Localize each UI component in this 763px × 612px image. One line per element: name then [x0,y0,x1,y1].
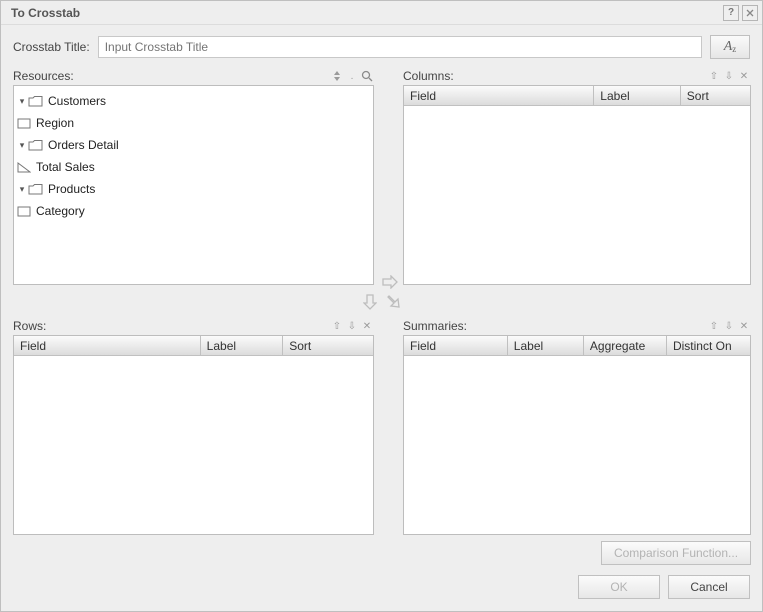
tree-folder[interactable]: ▾ Customers [16,90,371,112]
sort-icon[interactable] [330,69,344,83]
col-field[interactable]: Field [404,336,508,355]
field-icon [16,116,32,130]
remove-icon[interactable]: ✕ [360,319,374,333]
tree-label: Total Sales [36,160,95,174]
move-up-icon[interactable]: ⇧ [330,319,344,333]
tree-label: Orders Detail [48,138,119,152]
summaries-section: Summaries: ⇧ ⇩ ✕ Field Label Aggregate D… [403,317,751,535]
tree-folder[interactable]: ▾ Products [16,178,371,200]
move-down-icon[interactable]: ⇩ [722,319,736,333]
font-icon: Az [724,39,737,55]
summaries-label: Summaries: [403,319,467,333]
arrow-diagonal-icon[interactable] [385,293,403,311]
resources-panel: ▾ Customers Region ▾ [13,85,374,285]
col-aggregate[interactable]: Aggregate [584,336,667,355]
remove-icon[interactable]: ✕ [737,69,751,83]
move-down-icon[interactable]: ⇩ [345,319,359,333]
tree-label: Products [48,182,95,196]
dialog: To Crosstab ? Crosstab Title: Az Resourc… [0,0,763,612]
columns-header: Field Label Sort [404,86,750,106]
button-bar: OK Cancel [1,565,762,611]
window-title: To Crosstab [11,6,80,20]
col-field[interactable]: Field [14,336,201,355]
tree-field[interactable]: Total Sales [16,156,371,178]
ok-button[interactable]: OK [578,575,660,599]
col-distinct[interactable]: Distinct On [667,336,750,355]
title-row: Crosstab Title: Az [1,25,762,67]
layout-area: Resources: . ▾ Customers [1,67,762,565]
resources-section: Resources: . ▾ Customers [13,67,374,285]
col-label[interactable]: Label [508,336,584,355]
cancel-button[interactable]: Cancel [668,575,750,599]
tree-folder[interactable]: ▾ Orders Detail [16,134,371,156]
col-label[interactable]: Label [201,336,284,355]
arrow-right-icon[interactable] [381,273,399,291]
measure-icon [16,160,32,174]
rows-header: Field Label Sort [14,336,373,356]
close-icon[interactable] [742,5,758,21]
folder-icon [28,138,44,152]
help-icon[interactable]: ? [723,5,739,21]
caret-icon: ▾ [16,140,28,151]
columns-label: Columns: [403,69,454,83]
comparison-function-button[interactable]: Comparison Function... [601,541,751,565]
move-up-icon[interactable]: ⇧ [707,69,721,83]
col-sort[interactable]: Sort [681,86,750,105]
folder-icon [28,94,44,108]
field-icon [16,204,32,218]
crosstab-title-label: Crosstab Title: [13,40,90,54]
caret-icon: ▾ [16,96,28,107]
separator-dot: . [345,69,359,83]
rows-panel[interactable]: Field Label Sort [13,335,374,535]
rows-label: Rows: [13,319,46,333]
col-field[interactable]: Field [404,86,594,105]
col-label[interactable]: Label [594,86,681,105]
rows-section: Rows: ⇧ ⇩ ✕ Field Label Sort [13,317,374,535]
search-icon[interactable] [360,69,374,83]
tree-label: Category [36,204,85,218]
move-down-icon[interactable]: ⇩ [722,69,736,83]
font-button[interactable]: Az [710,35,750,59]
tree-field[interactable]: Region [16,112,371,134]
tree-field[interactable]: Category [16,200,371,222]
resources-tree[interactable]: ▾ Customers Region ▾ [14,86,373,226]
move-up-icon[interactable]: ⇧ [707,319,721,333]
summaries-header: Field Label Aggregate Distinct On [404,336,750,356]
columns-panel[interactable]: Field Label Sort [403,85,751,285]
tree-label: Region [36,116,74,130]
folder-icon [28,182,44,196]
columns-section: Columns: ⇧ ⇩ ✕ Field Label Sort [403,67,751,285]
crosstab-title-input[interactable] [98,36,702,58]
col-sort[interactable]: Sort [283,336,373,355]
tree-label: Customers [48,94,106,108]
arrow-down-icon[interactable] [361,293,379,311]
resources-label: Resources: [13,69,74,83]
summaries-panel[interactable]: Field Label Aggregate Distinct On [403,335,751,535]
caret-icon: ▾ [16,184,28,195]
remove-icon[interactable]: ✕ [737,319,751,333]
titlebar: To Crosstab ? [1,1,762,25]
